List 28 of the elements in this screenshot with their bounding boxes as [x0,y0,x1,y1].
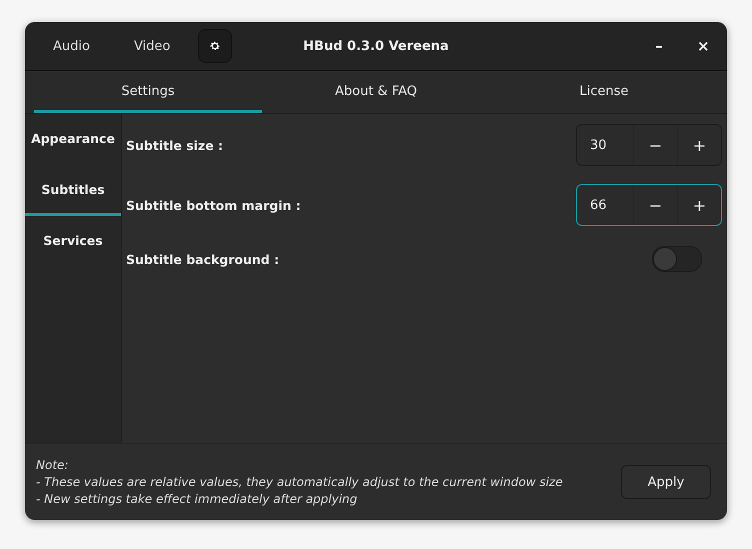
increment-button[interactable]: + [677,185,721,225]
tab[interactable]: License [490,72,718,113]
tab[interactable]: About & FAQ [262,72,490,113]
toggle-switch[interactable] [652,246,702,272]
number-spinner[interactable]: 66 − + [576,184,722,226]
sidebar-item[interactable]: Services [25,216,121,267]
settings-button[interactable] [198,29,232,63]
number-input[interactable]: 30 [577,125,633,165]
decrement-button[interactable]: − [633,125,677,165]
window-title: HBud 0.3.0 Vereena [303,38,449,54]
number-spinner[interactable]: 30 − + [576,124,722,166]
note-text: Note: [36,456,70,474]
setting-label: Subtitle size : [126,138,224,152]
increment-button[interactable]: + [677,125,721,165]
decrement-button[interactable]: − [633,185,677,225]
sidebar-item[interactable]: Subtitles [25,165,121,216]
settings-icon [209,40,222,52]
close-button[interactable]: × [691,34,715,58]
header-button[interactable]: Video [118,32,186,60]
note-text: - New settings take effect immediately after applying [36,490,358,508]
number-input[interactable]: 66 [577,185,633,225]
minimize-button[interactable]: – [647,34,671,58]
setting-label: Subtitle background : [126,252,280,266]
header-button[interactable]: Audio [37,32,106,60]
apply-button[interactable]: Apply [621,465,711,499]
setting-label: Subtitle bottom margin : [126,198,301,212]
sidebar-item[interactable]: Appearance [25,114,121,165]
note-text: - These values are relative values, they automatically adjust to the current window size [36,474,563,490]
